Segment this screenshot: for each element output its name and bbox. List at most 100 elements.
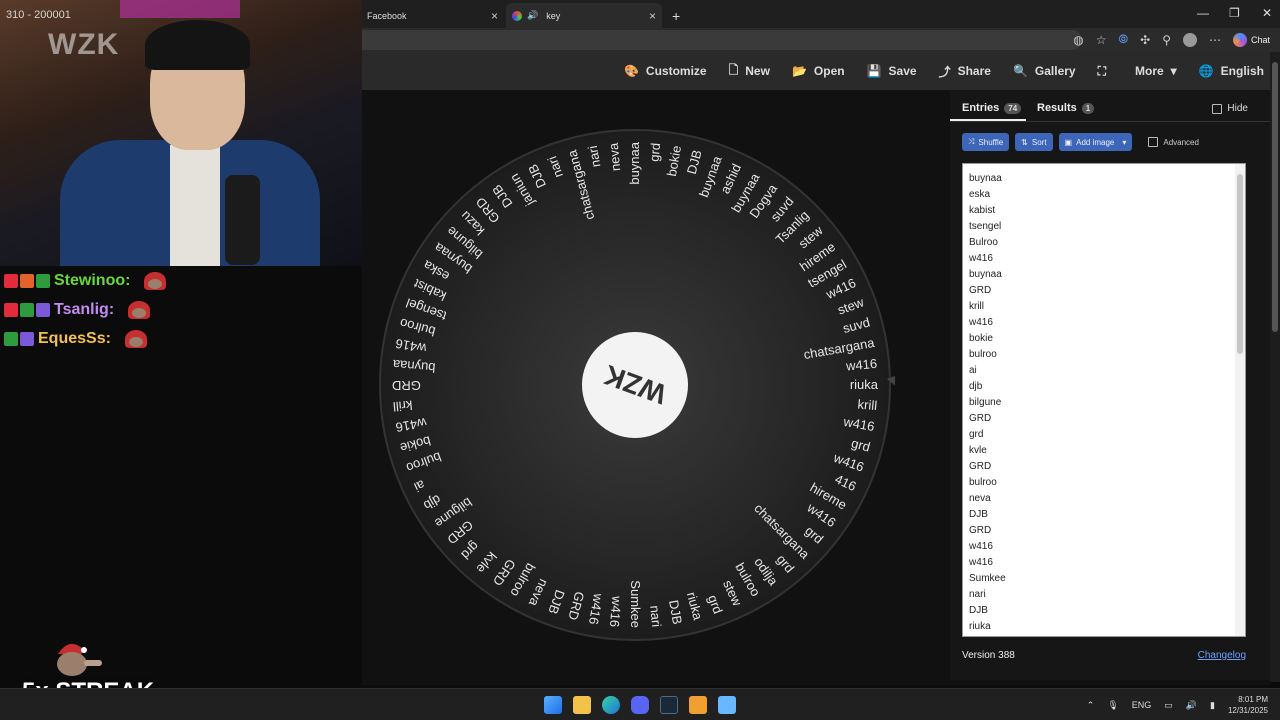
chevron-up-icon[interactable]: ⌃	[1087, 700, 1095, 711]
menu-english-button[interactable]: 🌐 English	[1199, 64, 1264, 78]
volume-icon[interactable]: 🔊	[1186, 700, 1197, 711]
menu-dots-icon[interactable]: ⋯	[1209, 33, 1221, 47]
badge-icon	[36, 273, 50, 288]
menu-open-button[interactable]: 📂 Open	[792, 64, 845, 78]
chat-overlay: Stewinoo: Tsanlig: EquesSs:	[0, 266, 362, 353]
address-field[interactable]	[362, 30, 1082, 50]
shuffle-icon: ⤨	[968, 137, 975, 146]
close-tab-icon[interactable]: ×	[491, 9, 498, 23]
favorite-star-icon[interactable]: ☆	[1096, 33, 1107, 47]
entries-scrollbar[interactable]	[1235, 164, 1245, 636]
microphone-icon[interactable]: 🎙	[1107, 700, 1118, 711]
language-indicator[interactable]: ENG	[1132, 700, 1152, 710]
clock-time: 8:01 PM	[1238, 695, 1268, 704]
page-scrollbar[interactable]	[1270, 52, 1280, 682]
entry-line: w416	[969, 317, 993, 328]
shuffle-label: Shuffle	[978, 137, 1004, 147]
close-tab-icon[interactable]: ×	[649, 9, 656, 23]
active-tab-indicator	[950, 119, 1026, 121]
puzzle-icon[interactable]: ✣	[1140, 33, 1150, 47]
entry-line: Bulroo	[969, 237, 998, 248]
changelog-link[interactable]: Changelog	[1198, 650, 1246, 661]
menu-new-button[interactable]: 🗋 New	[729, 61, 770, 82]
tab-results[interactable]: Results 1	[1037, 102, 1095, 114]
menu-label: Open	[813, 64, 845, 78]
entry-line: buynaa	[969, 269, 1002, 280]
extension-icon[interactable]: ⦾	[1119, 32, 1129, 47]
spin-wheel[interactable]: riuka krill w416 grd w416 416 hireme w416 grd cha…	[375, 121, 917, 651]
fullscreen-icon: ⛶	[1097, 63, 1106, 78]
advanced-checkbox[interactable]	[1148, 137, 1159, 147]
entry-line: kvle	[969, 445, 987, 456]
entry-line: w416	[969, 557, 993, 568]
menu-more-button[interactable]: More ▾	[1135, 64, 1177, 78]
speaker-icon[interactable]: 🔊	[527, 10, 538, 21]
add-image-label: Add image	[1076, 137, 1115, 147]
wheel-segment-label: krill	[857, 397, 878, 414]
wheel-segment-label: neva	[606, 142, 623, 172]
menu-share-button[interactable]: ⤴ Share	[939, 63, 991, 80]
steam-icon[interactable]	[660, 696, 678, 714]
santa-hat-emote-icon	[124, 329, 147, 348]
globe-icon: 🌐	[1198, 64, 1214, 78]
sort-button[interactable]: ⇅ Sort	[1015, 133, 1053, 151]
chat-username: Stewinoo:	[54, 271, 131, 289]
menu-customize-button[interactable]: 🎨 Customize	[624, 64, 707, 78]
header-menu: 🎨 Customize 🗋 New 📂 Open 💾 Save ⤴ Share 🔍 Gallery ⛶ M…	[624, 52, 1264, 90]
streak-pet-image	[44, 636, 108, 680]
entry-line: DJB	[969, 509, 988, 520]
discord-icon[interactable]	[631, 696, 649, 714]
clock-date: 12/31/2025	[1227, 706, 1268, 715]
wheel-segment-label: Sumkee	[628, 580, 643, 628]
menu-label: English	[1220, 64, 1264, 78]
badge-icon	[20, 273, 34, 288]
sort-label: Sort	[1031, 137, 1047, 147]
copilot-chat-button[interactable]: Chat	[1232, 32, 1270, 47]
entries-scroll-thumb[interactable]	[1237, 174, 1243, 354]
advanced-toggle[interactable]: Advanced	[1148, 137, 1199, 147]
tab-facebook[interactable]: Facebook ×	[362, 3, 504, 28]
add-image-button[interactable]: ▣ Add image ▾	[1058, 133, 1133, 151]
menu-save-button[interactable]: 💾 Save	[867, 64, 917, 78]
menu-fullscreen-button[interactable]: ⛶	[1098, 64, 1113, 79]
tab-entries-label: Entries	[962, 102, 1000, 114]
menu-gallery-button[interactable]: 🔍 Gallery	[1013, 64, 1076, 78]
wheel-segment-label: krill	[392, 398, 413, 415]
clock[interactable]: 8:01 PM 12/31/2025	[1228, 694, 1268, 716]
close-window-button[interactable]: ✕	[1262, 6, 1272, 20]
app-icon[interactable]	[689, 696, 707, 714]
wheel-svg[interactable]: riukakrillw416grdw416416hiremew416grdcha…	[375, 121, 917, 651]
new-tab-button[interactable]: +	[672, 3, 680, 28]
collections-icon[interactable]: ⚲	[1162, 33, 1171, 47]
wheel-segment-label: w416	[844, 356, 877, 374]
reader-icon[interactable]: ◍	[1073, 33, 1083, 47]
hide-toggle[interactable]: Hide	[1212, 103, 1248, 114]
windows-start-icon[interactable]	[544, 696, 562, 714]
folder-icon: 📂	[791, 64, 807, 78]
shuffle-button[interactable]: ⤨ Shuffle	[962, 133, 1010, 151]
network-icon[interactable]: ▭	[1164, 700, 1173, 711]
file-explorer-icon[interactable]	[573, 696, 591, 714]
page-scroll-thumb[interactable]	[1272, 62, 1278, 332]
entry-line: bulroo	[969, 477, 997, 488]
site-header: 🎨 Customize 🗋 New 📂 Open 💾 Save ⤴ Share 🔍 Gallery ⛶ M…	[362, 52, 1280, 90]
entry-line: neva	[969, 493, 991, 504]
entry-line: w416	[969, 253, 993, 264]
hide-checkbox[interactable]	[1212, 103, 1223, 114]
entries-textarea[interactable]: buynaa eska kabist tsengel Bulroo w416 buynaa G…	[962, 163, 1246, 637]
version-label: Version 388	[962, 650, 1015, 661]
maximize-button[interactable]: ❐	[1229, 6, 1240, 20]
battery-icon[interactable]: ▮	[1210, 700, 1215, 711]
entries-toolbar: ⤨ Shuffle ⇅ Sort ▣ Add image ▾ Advanced	[962, 133, 1199, 151]
edge-browser-icon[interactable]	[602, 696, 620, 714]
notepad-icon[interactable]	[718, 696, 736, 714]
tab-key[interactable]: 🔊 key ×	[506, 3, 662, 28]
toolbar-icons: ◍ ☆ ⦾ ✣ ⚲ ⋯ Chat	[1073, 32, 1270, 47]
system-tray: ⌃ 🎙 ENG ▭ 🔊 ▮ 8:01 PM 12/31/2025	[1087, 694, 1268, 716]
entry-line: nari	[969, 589, 986, 600]
minimize-button[interactable]: —	[1197, 6, 1209, 20]
profile-avatar-icon[interactable]	[1182, 32, 1197, 47]
entry-line: bulroo	[969, 349, 997, 360]
search-icon: 🔍	[1012, 64, 1028, 78]
tab-entries[interactable]: Entries 74	[962, 102, 1022, 114]
